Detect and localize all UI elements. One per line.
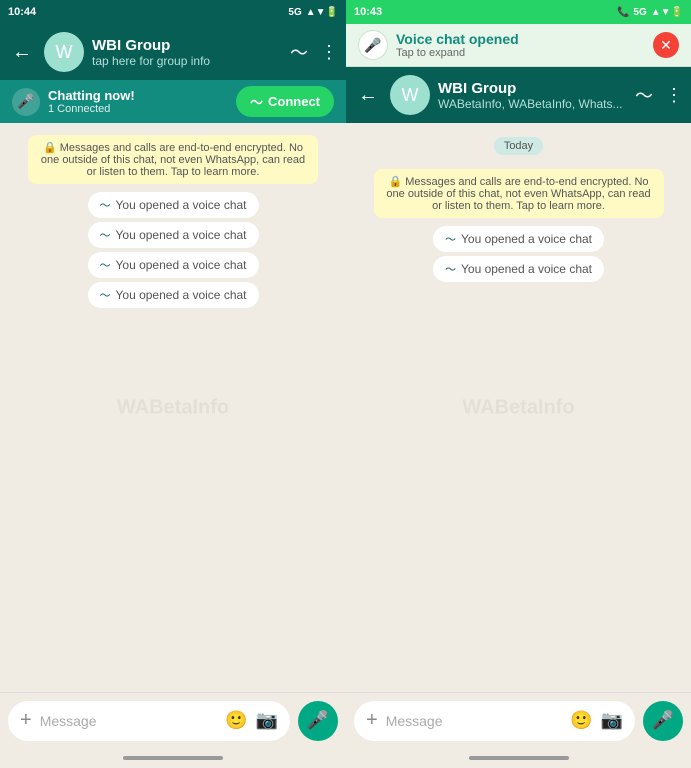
system-msg-text-right-1: You opened a voice chat	[461, 232, 592, 246]
status-bar-left: 10:44 5G ▲▼🔋	[0, 0, 346, 24]
home-bar-right	[469, 756, 569, 760]
avatar-left: W	[44, 32, 84, 72]
voice-icon-4: 〜	[100, 287, 111, 303]
popup-close-button[interactable]: ✕	[653, 32, 679, 58]
header-actions-right: 〜 ⋮	[635, 82, 683, 108]
system-msg-2: 〜 You opened a voice chat	[88, 222, 259, 248]
message-input-right[interactable]: + Message 🙂 📷	[354, 701, 635, 741]
add-icon-right[interactable]: +	[366, 709, 378, 732]
chatting-now-label: Chatting now!	[48, 88, 135, 103]
call-indicator-icon: 📞	[617, 7, 629, 18]
encryption-notice-left: 🔒 Messages and calls are end-to-end encr…	[28, 135, 318, 184]
home-indicator-right	[346, 748, 691, 768]
message-placeholder-right[interactable]: Message	[386, 713, 562, 729]
waveform-icon-right[interactable]: 〜	[635, 82, 653, 108]
connect-waveform-icon: 〜	[250, 92, 263, 111]
time-left: 10:44	[8, 6, 36, 18]
voice-popup-subtitle: Tap to expand	[396, 47, 645, 59]
today-label: Today	[494, 137, 543, 155]
header-info-left[interactable]: WBI Group tap here for group info	[92, 37, 282, 68]
system-msg-text-right-2: You opened a voice chat	[461, 262, 592, 276]
voice-popup-title: Voice chat opened	[396, 31, 645, 47]
header-right: ← W WBI Group WABetaInfo, WABetaInfo, Wh…	[346, 67, 691, 123]
group-name-right: WBI Group	[438, 80, 627, 97]
group-subtitle-left: tap here for group info	[92, 54, 282, 68]
left-chat-panel: 10:44 5G ▲▼🔋 ← W WBI Group tap here for …	[0, 0, 346, 768]
voice-icon-right-2: 〜	[445, 261, 456, 277]
connected-count: 1 Connected	[48, 103, 135, 115]
emoji-icon-left[interactable]: 🙂	[225, 710, 247, 731]
voice-icon-2: 〜	[100, 227, 111, 243]
signal-icon-right: 5G	[633, 7, 646, 18]
avatar-right: W	[390, 75, 430, 115]
system-msg-text-1: You opened a voice chat	[116, 198, 247, 212]
system-msg-4: 〜 You opened a voice chat	[88, 282, 259, 308]
right-chat-panel: 10:43 📞 5G ▲▼🔋 🎤 Voice chat opened Tap t…	[346, 0, 691, 768]
back-button-left[interactable]: ←	[8, 37, 36, 68]
system-msg-text-4: You opened a voice chat	[116, 288, 247, 302]
battery-icon: ▲▼🔋	[306, 7, 338, 18]
voice-opened-popup[interactable]: 🎤 Voice chat opened Tap to expand ✕	[346, 24, 691, 67]
camera-icon-right[interactable]: 📷	[601, 710, 623, 731]
bottom-bar-right: + Message 🙂 📷 🎤	[346, 692, 691, 748]
voice-icon-right-1: 〜	[445, 231, 456, 247]
system-msg-right-2: 〜 You opened a voice chat	[433, 256, 604, 282]
status-bar-right: 10:43 📞 5G ▲▼🔋	[346, 0, 691, 24]
system-msg-right-1: 〜 You opened a voice chat	[433, 226, 604, 252]
mic-green-icon: 🎤	[358, 30, 388, 60]
system-msg-3: 〜 You opened a voice chat	[88, 252, 259, 278]
voice-popup-text: Voice chat opened Tap to expand	[396, 31, 645, 59]
camera-icon-left[interactable]: 📷	[256, 710, 278, 731]
voice-banner-text: Chatting now! 1 Connected	[48, 88, 135, 115]
voice-banner-left[interactable]: 🎤 Chatting now! 1 Connected 〜 Connect	[0, 80, 346, 123]
voice-banner-info: 🎤 Chatting now! 1 Connected	[12, 88, 135, 116]
watermark-right: WABetaInfo	[462, 396, 574, 419]
mic-button-right[interactable]: 🎤	[643, 701, 683, 741]
connect-label: Connect	[268, 94, 320, 109]
time-right: 10:43	[354, 6, 382, 18]
group-name-left: WBI Group	[92, 37, 282, 54]
message-placeholder-left[interactable]: Message	[40, 713, 217, 729]
group-subtitle-right: WABetaInfo, WABetaInfo, Whats...	[438, 97, 627, 111]
waveform-icon-left[interactable]: 〜	[290, 39, 308, 65]
mic-icon-banner: 🎤	[12, 88, 40, 116]
encryption-notice-right: 🔒 Messages and calls are end-to-end encr…	[374, 169, 664, 218]
battery-icon-right: ▲▼🔋	[651, 7, 683, 18]
voice-icon-3: 〜	[100, 257, 111, 273]
emoji-icon-right[interactable]: 🙂	[570, 710, 592, 731]
header-left: ← W WBI Group tap here for group info 〜 …	[0, 24, 346, 80]
back-button-right[interactable]: ←	[354, 80, 382, 111]
add-icon-left[interactable]: +	[20, 709, 32, 732]
message-input-left[interactable]: + Message 🙂 📷	[8, 701, 290, 741]
home-bar-left	[123, 756, 223, 760]
chat-area-left: WABetaInfo 🔒 Messages and calls are end-…	[0, 123, 346, 692]
header-actions-left: 〜 ⋮	[290, 39, 338, 65]
header-info-right[interactable]: WBI Group WABetaInfo, WABetaInfo, Whats.…	[438, 80, 627, 111]
system-msg-text-2: You opened a voice chat	[116, 228, 247, 242]
chat-area-right: WABetaInfo Today 🔒 Messages and calls ar…	[346, 123, 691, 692]
home-indicator-left	[0, 748, 346, 768]
system-msg-text-3: You opened a voice chat	[116, 258, 247, 272]
system-msg-1: 〜 You opened a voice chat	[88, 192, 259, 218]
menu-icon-right[interactable]: ⋮	[665, 85, 683, 106]
watermark-left: WABetaInfo	[117, 396, 229, 419]
status-icons-right: 📞 5G ▲▼🔋	[617, 7, 683, 18]
voice-icon-1: 〜	[100, 197, 111, 213]
status-icons-left: 5G ▲▼🔋	[288, 7, 338, 18]
bottom-bar-left: + Message 🙂 📷 🎤	[0, 692, 346, 748]
signal-icon: 5G	[288, 7, 301, 18]
connect-button[interactable]: 〜 Connect	[236, 86, 334, 117]
menu-icon-left[interactable]: ⋮	[320, 42, 338, 63]
mic-button-left[interactable]: 🎤	[298, 701, 338, 741]
